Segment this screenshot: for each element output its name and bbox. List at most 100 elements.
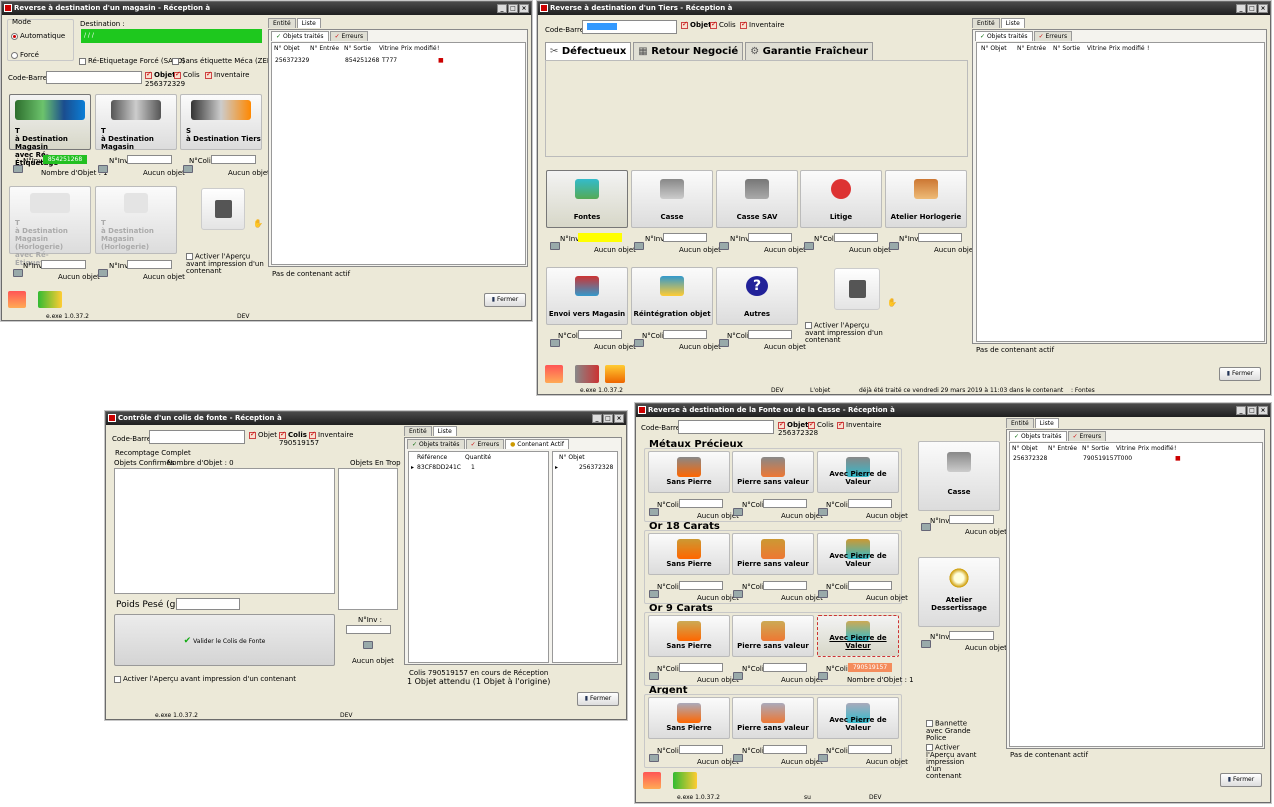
ncolis-input-r2b[interactable] <box>763 581 807 590</box>
btn-envoi-magasin[interactable]: Envoi vers Magasin <box>546 267 628 325</box>
fire-icon[interactable] <box>605 365 625 383</box>
tab-defectueux[interactable]: ✂ Défectueux <box>545 42 632 60</box>
minimize-button[interactable]: _ <box>592 414 602 423</box>
maximize-button[interactable]: □ <box>603 414 613 423</box>
btn-atelier-horlogerie[interactable]: Atelier Horlogerie <box>885 170 967 228</box>
printer-icon-casse[interactable] <box>634 242 644 250</box>
objets-en-trop-list[interactable] <box>338 468 398 610</box>
btn-or18-sans-pierre[interactable]: Sans Pierre <box>648 533 730 575</box>
printer-icon-r2a[interactable] <box>649 590 659 598</box>
printer-icon-5[interactable] <box>98 269 108 277</box>
fermer-button[interactable]: ▮ Fermer <box>1220 773 1262 787</box>
btn-reintegration[interactable]: Réintégration objet <box>631 267 713 325</box>
btn-or9-sans-pierre[interactable]: Sans Pierre <box>648 615 730 657</box>
btn-casse[interactable]: Casse <box>631 170 713 228</box>
ncolis-input-r1b[interactable] <box>763 499 807 508</box>
ninv-input-casse[interactable] <box>949 515 994 524</box>
codebarres-input[interactable] <box>149 430 245 444</box>
ninv-casse-sav-input[interactable] <box>748 233 792 242</box>
inventaire-checkbox[interactable]: Inventaire <box>205 70 249 79</box>
transfer-icon[interactable] <box>673 772 697 789</box>
subtab-erreurs[interactable]: ✓ Erreurs <box>1033 31 1073 41</box>
printer-icon-r1a[interactable] <box>649 508 659 516</box>
printer-icon-r2b[interactable] <box>733 590 743 598</box>
ncolis-input-r2a[interactable] <box>679 581 723 590</box>
ninv-input-2[interactable] <box>127 155 172 164</box>
subtab-erreurs[interactable]: ✓ Erreurs <box>1067 431 1107 441</box>
btn-argent-sans-pierre[interactable]: Sans Pierre <box>648 697 730 739</box>
printer-icon-envoi[interactable] <box>550 339 560 347</box>
printer-icon-casse[interactable] <box>921 523 931 531</box>
colis-checkbox[interactable]: Colis <box>710 20 736 29</box>
codebarres-input[interactable] <box>678 420 774 434</box>
codebarres-input[interactable] <box>46 71 142 84</box>
printer-icon-r3b[interactable] <box>733 672 743 680</box>
ncolis-input-r4a[interactable] <box>679 745 723 754</box>
btn-or18-avec-pierre[interactable]: Avec Pierre de Valeur <box>817 533 899 575</box>
printer-icon-r3a[interactable] <box>649 672 659 680</box>
reetiquetage-checkbox[interactable]: Ré-Etiquetage Forcé (SATO) <box>79 57 185 65</box>
tab-retour-negocie[interactable]: ▦ Retour Negocié <box>633 42 744 60</box>
printer-icon-4[interactable] <box>13 269 23 277</box>
colis-checkbox[interactable]: Colis <box>279 430 307 439</box>
close-button[interactable]: × <box>1258 406 1268 415</box>
btn-or9-avec-pierre[interactable]: Avec Pierre de Valeur <box>817 615 899 657</box>
printer-icon-atelier[interactable] <box>921 640 931 648</box>
tab-liste[interactable]: Liste <box>1000 18 1025 28</box>
btn-destination-magasin[interactable]: Tà Destination Magasin <box>95 94 177 151</box>
ncolis-input-r1c[interactable] <box>848 499 892 508</box>
ncolis-reint-input[interactable] <box>663 330 707 339</box>
btn-or9-pierre-sans-valeur[interactable]: Pierre sans valeur <box>732 615 814 657</box>
mode-force-radio[interactable]: Forcé <box>11 51 39 59</box>
printer-icon-r2c[interactable] <box>818 590 828 598</box>
fermer-button[interactable]: ▮ Fermer <box>484 293 526 307</box>
printer-icon-r1b[interactable] <box>733 508 743 516</box>
apercu-checkbox[interactable]: Activer l'Aperçu avant impression d'un c… <box>114 675 296 683</box>
valider-button[interactable]: ✔ Valider le Colis de Fonte <box>114 614 335 666</box>
transfer-icon[interactable] <box>38 291 62 308</box>
btn-destination-tiers[interactable]: Sà Destination Tiers <box>180 94 262 150</box>
subtab-objets-traites[interactable]: ✓ Objets traités <box>975 31 1033 41</box>
tab-liste[interactable]: Liste <box>1034 418 1059 428</box>
printer-icon-r4a[interactable] <box>649 754 659 762</box>
btn-or18-pierre-sans-valeur[interactable]: Pierre sans valeur <box>732 533 814 575</box>
btn-destination-magasin-reetiquetage[interactable]: Tà Destination Magasin avec Ré-Étiquetage <box>9 94 91 167</box>
table-row[interactable]: 256372328 790519157 T000 ■ <box>1013 455 1181 462</box>
subtab-erreurs[interactable]: ✓ Erreurs <box>465 439 505 449</box>
codebarres-input[interactable] <box>582 20 677 34</box>
ninv-input[interactable] <box>346 625 391 634</box>
calculator-button[interactable] <box>201 188 245 230</box>
objets-confirmes-list[interactable] <box>114 468 335 594</box>
tab-entite[interactable]: Entité <box>404 426 432 436</box>
ncolis-input-r1a[interactable] <box>679 499 723 508</box>
transfer-icon[interactable] <box>575 365 599 383</box>
ncolis-input-r2c[interactable] <box>848 581 892 590</box>
apercu-checkbox[interactable]: Activer l'Aperçu avant impression d'un c… <box>186 253 266 275</box>
btn-horlogerie-reetiquetage[interactable]: Tà Destination Magasin (Horlogerie) avec R… <box>9 186 91 267</box>
btn-argent-avec-pierre[interactable]: Avec Pierre de Valeur <box>817 697 899 739</box>
mode-auto-radio[interactable]: Automatique <box>11 32 65 40</box>
subtab-contenant-actif[interactable]: ● Contenant Actif <box>505 439 569 449</box>
inventaire-checkbox[interactable]: Inventaire <box>837 420 881 429</box>
ncolis-litige-input[interactable] <box>834 233 878 242</box>
btn-casse-sav[interactable]: Casse SAV <box>716 170 798 228</box>
close-button[interactable]: × <box>614 414 624 423</box>
ncolis-input[interactable] <box>211 155 256 164</box>
printer-icon-reint[interactable] <box>634 339 644 347</box>
btn-litige[interactable]: Litige <box>800 170 882 228</box>
poids-input[interactable] <box>176 598 240 610</box>
subtab-objets-traites[interactable]: ✓ Objets traités <box>271 31 329 41</box>
home-icon[interactable] <box>8 291 26 308</box>
tab-entite[interactable]: Entité <box>268 18 296 28</box>
btn-casse[interactable]: Casse <box>918 441 1000 511</box>
inventaire-checkbox[interactable]: Inventaire <box>740 20 784 29</box>
close-button[interactable]: × <box>1258 4 1268 13</box>
apercu-checkbox[interactable]: Activer l'Aperçu avant impression d'un c… <box>926 744 978 780</box>
printer-icon-r3c[interactable] <box>818 672 828 680</box>
ninv-atelier-input[interactable] <box>918 233 962 242</box>
maximize-button[interactable]: □ <box>508 4 518 13</box>
apercu-checkbox[interactable]: Activer l'Aperçu avant impression d'un c… <box>805 322 885 344</box>
minimize-button[interactable]: _ <box>1236 4 1246 13</box>
printer-icon-2[interactable] <box>98 165 108 173</box>
btn-autres[interactable]: ? Autres <box>716 267 798 325</box>
